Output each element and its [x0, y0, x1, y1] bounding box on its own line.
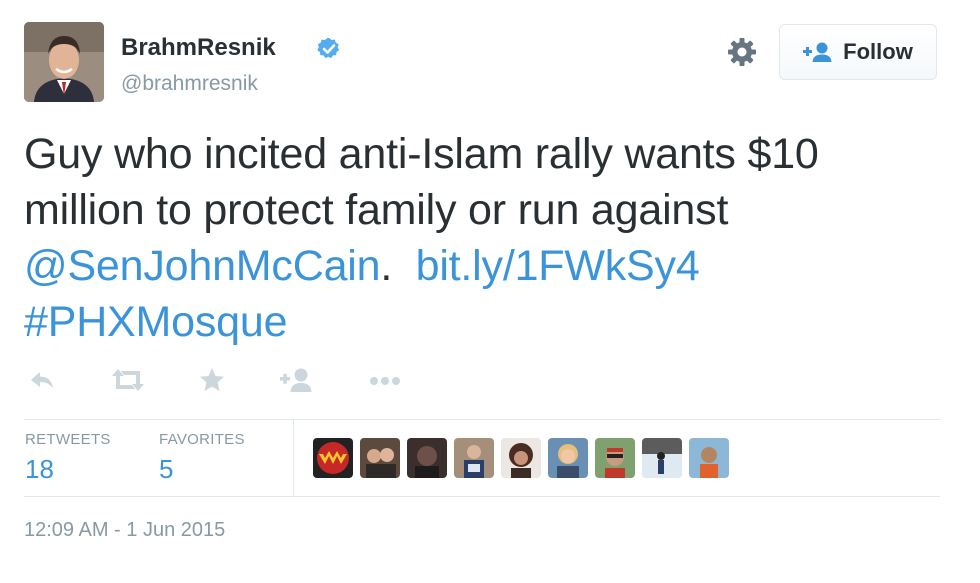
favoriter-avatar[interactable] — [454, 438, 494, 478]
follow-button[interactable]: Follow — [779, 24, 937, 80]
retweet-icon[interactable] — [110, 366, 146, 394]
favoriter-avatar[interactable] — [642, 438, 682, 478]
favoriters-list — [313, 438, 729, 478]
favorites-label: FAVORITES — [159, 431, 245, 448]
favoriter-avatar[interactable] — [407, 438, 447, 478]
tweet-text: Guy who incited anti-Islam rally wants $… — [24, 126, 944, 350]
favoriter-avatar[interactable] — [689, 438, 729, 478]
gear-icon[interactable] — [726, 36, 758, 68]
favorite-icon[interactable] — [198, 366, 226, 394]
user-handle[interactable]: @brahmresnik — [121, 72, 258, 96]
add-user-icon — [803, 42, 832, 62]
tweet-timestamp[interactable]: 12:09 AM - 1 Jun 2015 — [24, 519, 225, 542]
follow-icon[interactable] — [279, 366, 315, 394]
favoriter-avatar[interactable] — [595, 438, 635, 478]
tweet-text-line-2: million to protect family or run against — [24, 186, 729, 234]
tweet-punctuation: . — [380, 242, 393, 290]
verified-badge-icon — [317, 37, 340, 59]
divider-top — [24, 419, 940, 420]
hashtag-link[interactable]: #PHXMosque — [24, 298, 288, 346]
url-link[interactable]: bit.ly/1FWkSy4 — [416, 242, 700, 290]
stats-separator — [293, 420, 294, 496]
favorites-count[interactable]: 5 — [159, 454, 173, 485]
tweet-text-line-1: Guy who incited anti-Islam rally wants $… — [24, 130, 819, 178]
retweets-label: RETWEETS — [25, 431, 111, 448]
favoriter-avatar[interactable] — [360, 438, 400, 478]
retweets-count[interactable]: 18 — [25, 454, 54, 485]
mention-link[interactable]: @SenJohnMcCain — [24, 242, 381, 290]
reply-icon[interactable] — [28, 366, 56, 394]
follow-label: Follow — [843, 39, 913, 64]
divider-bottom — [24, 496, 940, 497]
favoriter-avatar[interactable] — [548, 438, 588, 478]
favoriter-avatar[interactable] — [501, 438, 541, 478]
favoriter-avatar[interactable] — [313, 438, 353, 478]
display-name[interactable]: BrahmResnik — [121, 34, 276, 62]
avatar[interactable] — [24, 22, 104, 102]
more-icon[interactable] — [368, 366, 404, 394]
